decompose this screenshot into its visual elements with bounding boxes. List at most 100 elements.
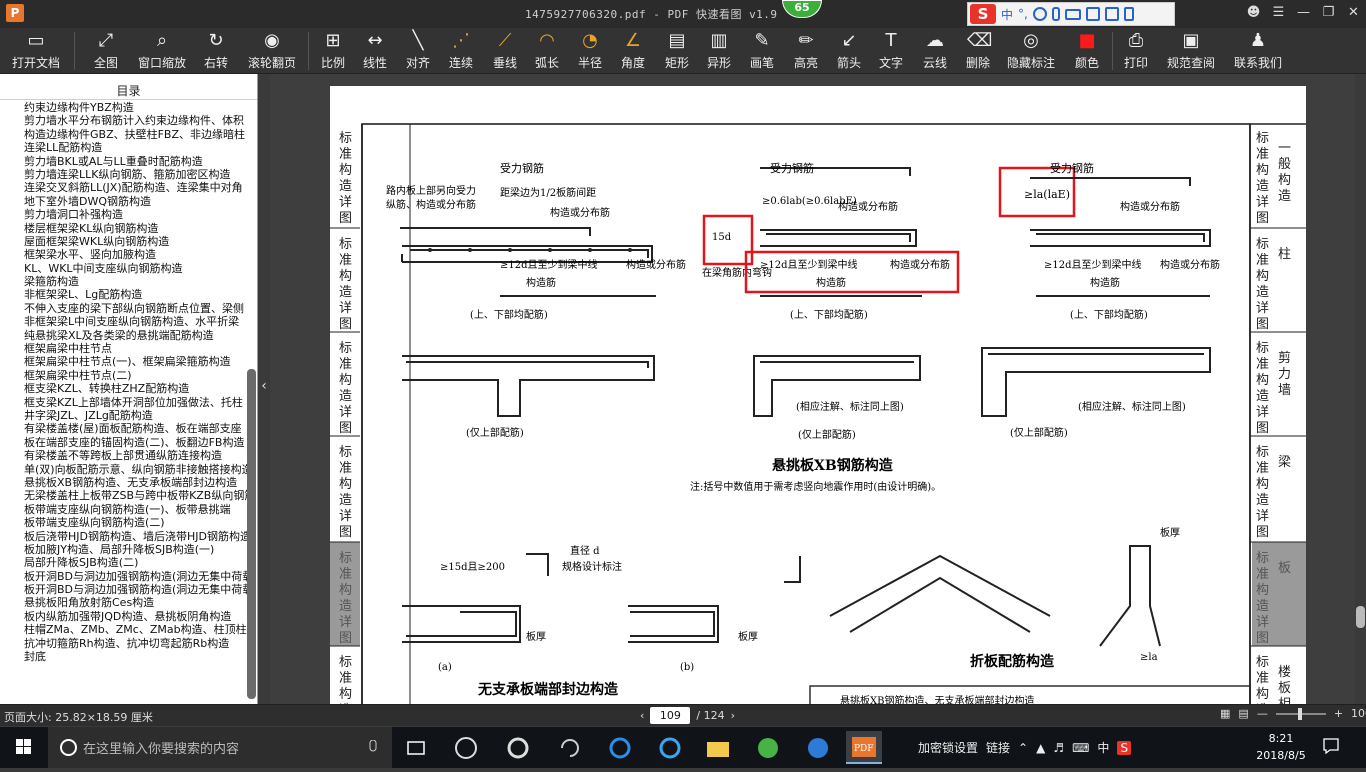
toc-item[interactable]: 框支梁KZL上部墙体开洞部位加强做法、托柱 [24, 396, 248, 409]
toc-item[interactable]: 框支梁KZL、转换柱ZHZ配筋构造 [24, 382, 248, 395]
sogou-logo-icon[interactable]: S [970, 4, 996, 24]
toc-item[interactable]: 框架扁梁中柱节点 [24, 342, 248, 355]
toolbar-perpendicular-button[interactable]: ⟋ 垂线 [485, 30, 525, 72]
toc-item[interactable]: 连梁LL配筋构造 [24, 141, 248, 154]
toc-item[interactable]: 悬挑板阳角放射筋Ces构造 [24, 596, 248, 609]
notification-badge[interactable]: 65 [782, 0, 822, 18]
toolbar-eye-button[interactable]: ◎ 隐藏标注 [1005, 30, 1057, 72]
toc-item[interactable]: 板后浇带HJD钢筋构造、墙后浇带HJD钢筋构造 [24, 530, 248, 543]
toolbar-fit-button[interactable]: ⤢ 全图 [86, 30, 126, 72]
start-button[interactable] [0, 727, 48, 768]
360-browser-icon[interactable] [750, 731, 786, 764]
sidebar-scrollbar[interactable] [247, 369, 256, 699]
toc-item[interactable]: 板开洞BD与洞边加强钢筋构造(洞边无集中荷载) [24, 583, 248, 596]
toc-item[interactable]: 连梁交叉斜筋LL(JX)配筋构造、连梁集中对角 [24, 181, 248, 194]
toc-item[interactable]: 屋面框架梁WKL纵向钢筋构造 [24, 235, 248, 248]
toolbar-linear-button[interactable]: ↔ 线性 [355, 30, 395, 72]
mic-icon[interactable] [355, 731, 391, 764]
collapse-sidebar-icon[interactable]: ‹ [258, 378, 270, 400]
toolbar-color-button[interactable]: ■ 颜色 [1067, 30, 1107, 72]
maximize-button[interactable]: ❐ [1316, 0, 1341, 26]
toc-item[interactable]: 框架梁水平、竖向加腋构造 [24, 248, 248, 261]
toc-item[interactable]: 非框架梁L、Lg配筋构造 [24, 288, 248, 301]
ie-app-icon[interactable] [500, 731, 536, 764]
file-explorer-icon[interactable] [700, 731, 736, 764]
user-icon[interactable]: ☻ [1241, 0, 1266, 26]
toc-item[interactable]: 封底 [24, 650, 248, 663]
tray-network-icon[interactable]: ▲ [1036, 741, 1045, 755]
toc-item[interactable]: 局部升降板SJB构造(二) [24, 556, 248, 569]
toc-item[interactable]: 柱帽ZMa、ZMb、ZMc、ZMab构造、柱顶柱帽 [24, 623, 248, 636]
toc-item[interactable]: 剪力墙BKL或AL与LL重叠时配筋构造 [24, 155, 248, 168]
emoji-icon[interactable] [1032, 7, 1047, 21]
toolbar-rect-button[interactable]: ▤ 矩形 [657, 30, 697, 72]
toolbar-print-button[interactable]: ⎙ 打印 [1116, 30, 1156, 72]
toc-item[interactable]: 纯悬挑梁XL及各类梁的悬挑端配筋构造 [24, 329, 248, 342]
tray-keyboard-icon[interactable]: ⌨ [1072, 741, 1089, 755]
toolbar-continuous-button[interactable]: ⋰ 连续 [441, 30, 481, 72]
menu-icon[interactable]: ☰ [1266, 0, 1291, 26]
toolbar-scale-button[interactable]: ⊞ 比例 [313, 30, 353, 72]
toc-item[interactable]: 抗冲切箍筋Rh构造、抗冲切弯起筋Rb构造 [24, 637, 248, 650]
toc-item[interactable]: 悬挑板XB钢筋构造、无支承板端部封边构造 [24, 476, 248, 489]
toc-item[interactable]: 板加腋JY构造、局部升降板SJB构造(一) [24, 543, 248, 556]
voice-icon[interactable] [1051, 7, 1060, 21]
page-number-input[interactable]: 109 [650, 707, 691, 724]
toc-item[interactable]: 楼层框架梁KL纵向钢筋构造 [24, 222, 248, 235]
fan-app-icon[interactable] [448, 731, 484, 764]
toc-item[interactable]: 板内纵筋加强带JQD构造、悬挑板阴角构造 [24, 610, 248, 623]
toolbar-eraser-button[interactable]: ⌫ 删除 [958, 30, 998, 72]
ime-punct[interactable]: °, [1018, 7, 1028, 21]
toc-item[interactable]: 井字梁JZL、JZLg配筋构造 [24, 409, 248, 422]
toc-item[interactable]: KL、WKL中间支座纵向钢筋构造 [24, 262, 248, 275]
minimize-button[interactable]: — [1291, 0, 1316, 26]
ie-blue-app-icon[interactable] [652, 731, 688, 764]
skin-icon[interactable] [1085, 7, 1100, 21]
action-center-icon[interactable] [1322, 737, 1340, 755]
toc-item[interactable]: 剪力墙连梁LLK纵向钢筋、箍筋加密区构造 [24, 168, 248, 181]
wrench-icon[interactable] [1123, 7, 1134, 21]
toc-item[interactable]: 梁箍筋构造 [24, 275, 248, 288]
zoom-in-button[interactable]: + [1334, 707, 1343, 720]
toolbar-mouse-button[interactable]: ◉ 滚轮翻页 [246, 30, 298, 72]
toolbar-zoom-button[interactable]: ⌕ 窗口缩放 [136, 30, 188, 72]
toolbar-book-button[interactable]: ▣ 规范查阅 [1165, 30, 1217, 72]
toc-item[interactable]: 框架扁梁中柱节点(二) [24, 369, 248, 382]
toc-item[interactable]: 构造边缘构件GBZ、扶壁柱FBZ、非边缘暗柱 [24, 128, 248, 141]
toolbar-shape-button[interactable]: ▥ 异形 [699, 30, 739, 72]
toc-item[interactable]: 板开洞BD与洞边加强钢筋构造(洞边无集中荷载) [24, 570, 248, 583]
toc-item[interactable]: 板在端部支座的锚固构造(二)、板翻边FB构造 [24, 436, 248, 449]
toolbar-angle-button[interactable]: ∠ 角度 [613, 30, 653, 72]
toc-item[interactable]: 非框架梁L中间支座纵向钢筋构造、水平折梁 [24, 315, 248, 328]
single-page-icon[interactable]: ▦ [1220, 707, 1230, 720]
toc-item[interactable]: 无梁楼盖柱上板带ZSB与跨中板带KZB纵向钢筋 [24, 489, 248, 502]
toolbar-arrow-button[interactable]: ↙ 箭头 [829, 30, 869, 72]
toolbar-highlight-button[interactable]: ✏ 高亮 [786, 30, 826, 72]
toolbox-icon[interactable] [1104, 7, 1119, 21]
toolbar-rotate-button[interactable]: ↻ 右转 [196, 30, 236, 72]
toc-item[interactable]: 不伸入支座的梁下部纵向钢筋断点位置、梁侧 [24, 302, 248, 315]
next-page-button[interactable]: › [731, 709, 735, 722]
toc-item[interactable]: 框架扁梁中柱节点(一)、框架扁梁箍筋构造 [24, 355, 248, 368]
ime-mode[interactable]: 中 [1001, 6, 1013, 23]
taskbar-clock[interactable]: 8:21 2018/8/5 [1246, 730, 1316, 764]
swirl-app-icon[interactable] [552, 731, 588, 764]
toc-item[interactable]: 剪力墙洞口补强构造 [24, 208, 248, 221]
toolbar-pen-button[interactable]: ✎ 画笔 [742, 30, 782, 72]
toc-item[interactable]: 有梁楼盖不等跨板上部贯通纵筋连接构造 [24, 449, 248, 462]
toolbar-contact-button[interactable]: ♟ 联系我们 [1232, 30, 1284, 72]
toc-item[interactable]: 剪力墙水平分布钢筋计入约束边缘构件、体积 [24, 114, 248, 127]
toc-item[interactable]: 地下室外墙DWQ钢筋构造 [24, 195, 248, 208]
toolbar-text-button[interactable]: T 文字 [871, 30, 911, 72]
document-scrollbar[interactable] [1355, 74, 1366, 704]
zoom-slider[interactable] [1275, 707, 1326, 720]
close-button[interactable]: ✕ [1341, 0, 1366, 26]
tray-lock-settings[interactable]: 加密锁设置 [918, 739, 978, 756]
tray-sogou-icon[interactable]: S [1117, 740, 1132, 755]
toc-item[interactable]: 板带端支座纵向钢筋构造(二) [24, 516, 248, 529]
sogou-browser-icon[interactable] [800, 731, 836, 764]
toolbar-radius-button[interactable]: ◔ 半径 [570, 30, 610, 72]
toolbar-arc-button[interactable]: ◠ 弧长 [527, 30, 567, 72]
taskbar-search[interactable]: 在这里输入你要搜索的内容 [48, 727, 392, 768]
tray-ime[interactable]: 中 [1097, 739, 1109, 756]
